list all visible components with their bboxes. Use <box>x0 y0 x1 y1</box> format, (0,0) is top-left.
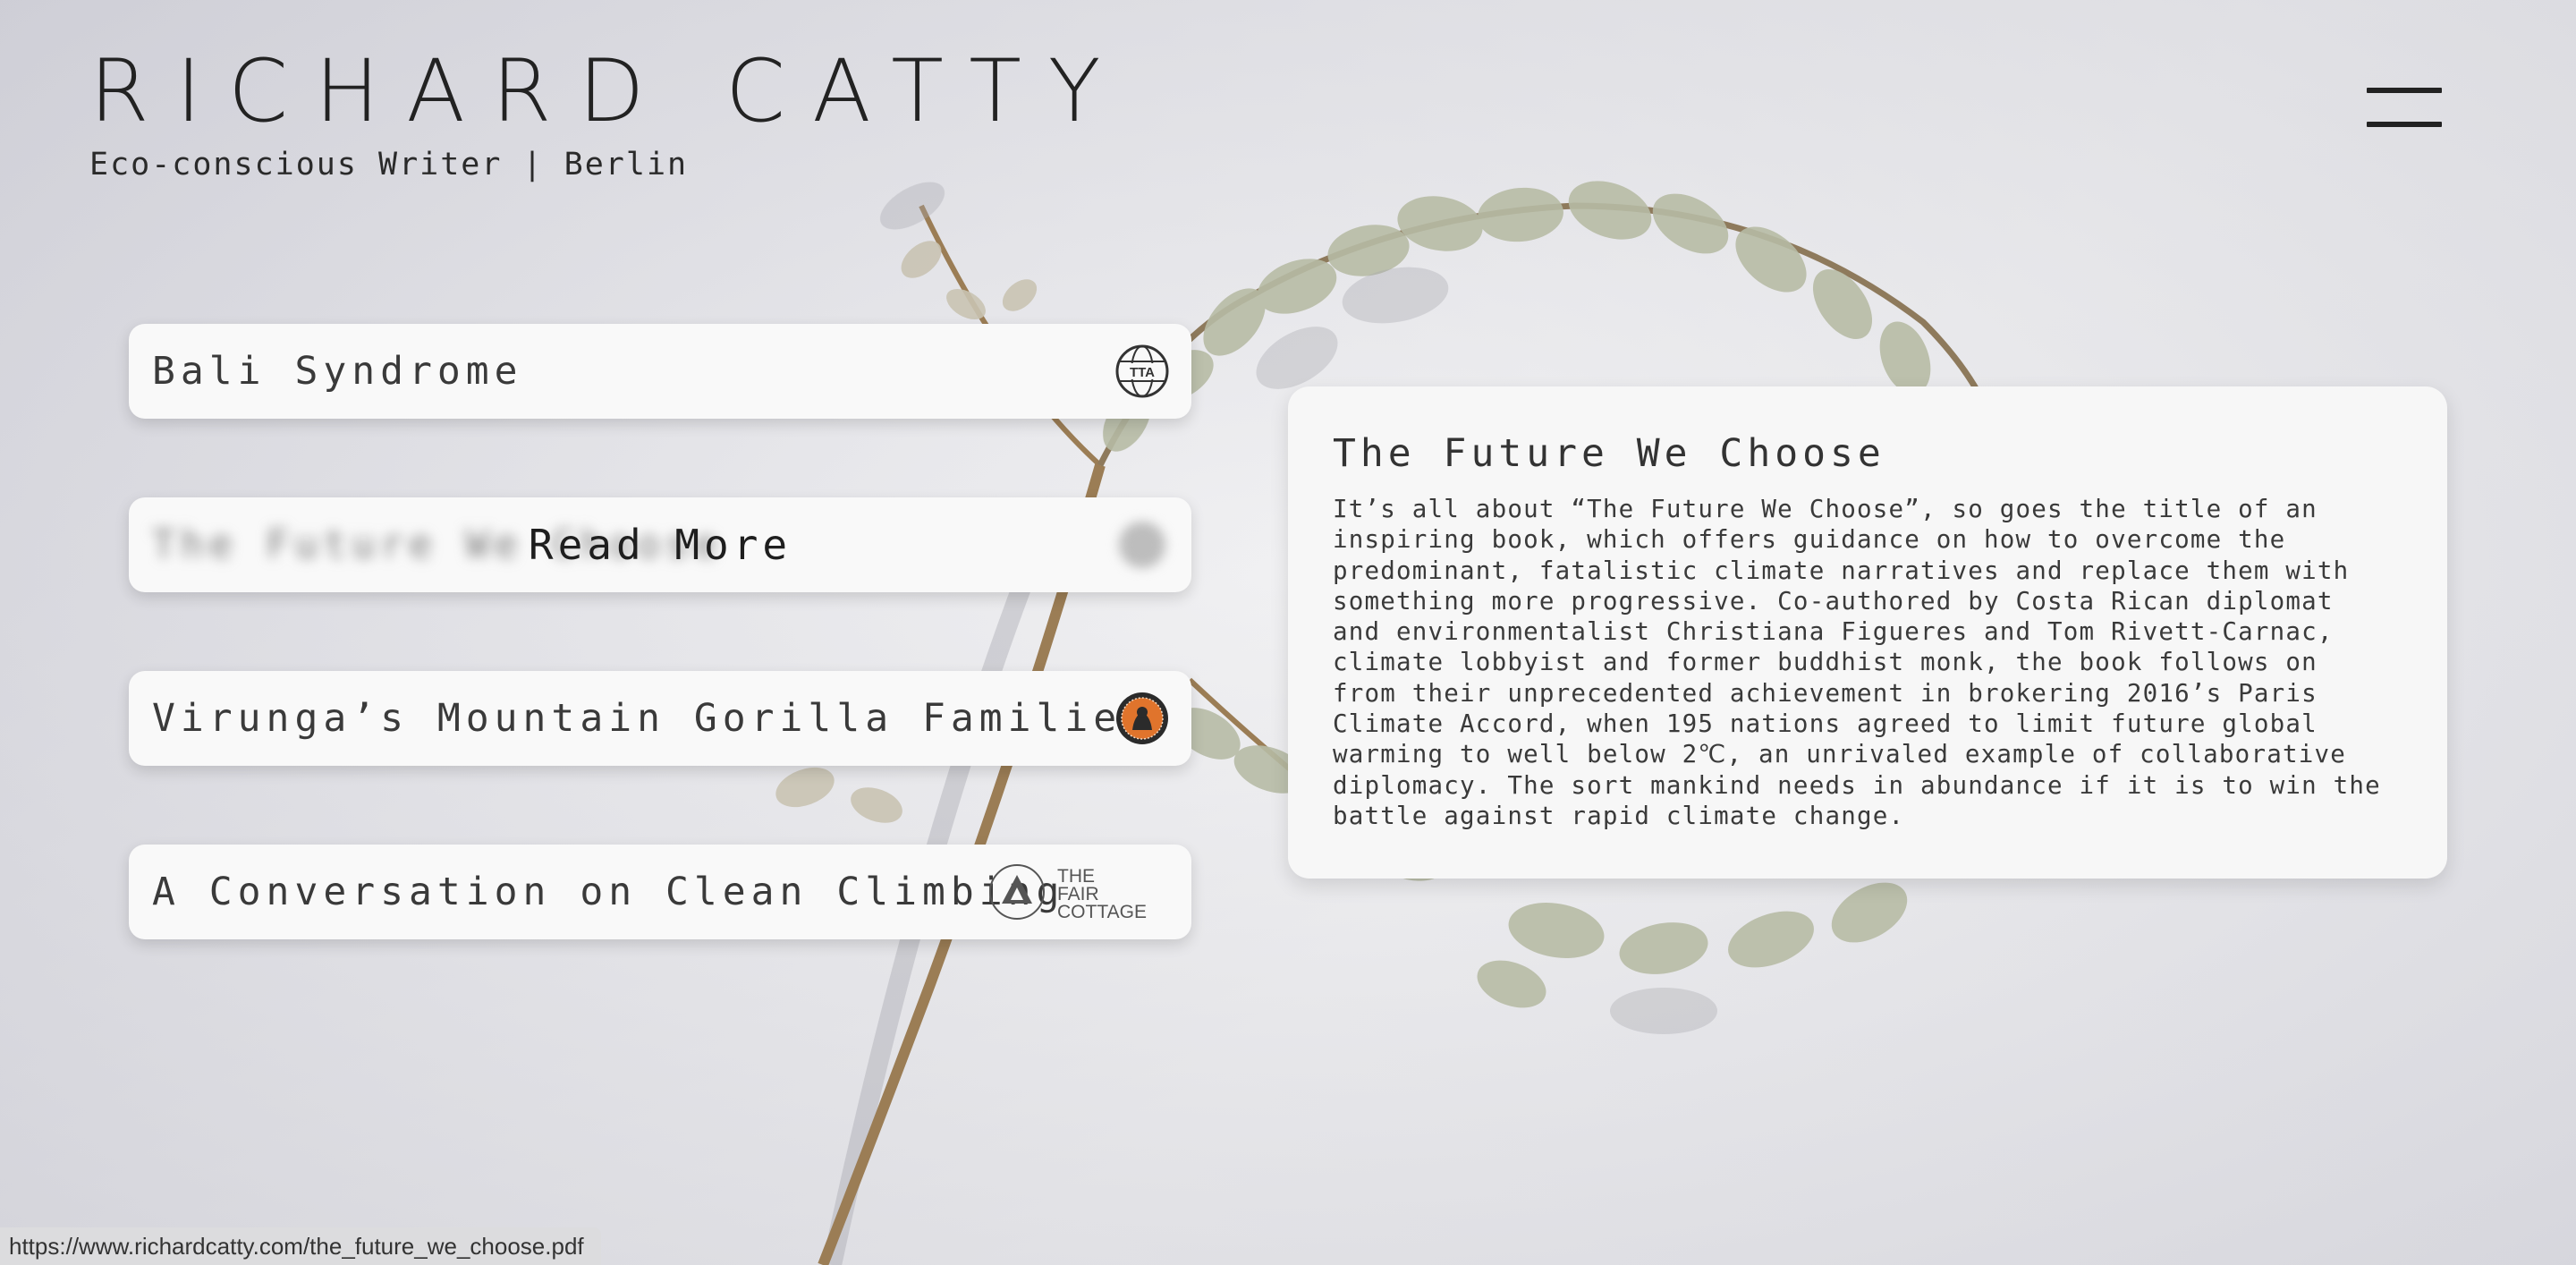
article-card-bali-syndrome[interactable]: Bali Syndrome TTA <box>129 324 1191 419</box>
detail-line: It’s all about “The Future We Choose”, s… <box>1333 495 2318 523</box>
gorilla-badge-logo-icon <box>1116 692 1168 744</box>
detail-title: The Future We Choose <box>1333 431 1885 476</box>
page: RICHARD CATTY Eco-conscious Writer | Ber… <box>0 0 2576 1265</box>
article-detail-panel: The Future We Choose It’s all about “The… <box>1288 386 2447 879</box>
fair-cottage-logo-line: COTTAGE <box>1057 902 1147 921</box>
read-more-button[interactable]: Read More <box>129 521 1191 569</box>
status-bar-url: https://www.richardcatty.com/the_future_… <box>0 1227 601 1265</box>
hamburger-menu-icon[interactable] <box>2367 86 2442 129</box>
detail-line: inspiring book, which offers guidance on… <box>1333 525 2286 555</box>
detail-line: from their unprecedented achievement in … <box>1333 678 2318 708</box>
detail-body: It’s all about “The Future We Choose”, s… <box>1333 494 2415 831</box>
detail-line: predominant, fatalistic climate narrativ… <box>1333 556 2350 585</box>
site-subtitle: Eco-conscious Writer | Berlin <box>89 147 689 183</box>
detail-line: battle against rapid climate change. <box>1333 801 1905 830</box>
detail-line: diplomacy. The sort mankind needs in abu… <box>1333 770 2381 800</box>
article-card-the-future-we-choose[interactable]: The Future We Choose Read More <box>129 497 1191 592</box>
tta-globe-logo-icon: TTA <box>1115 344 1169 398</box>
detail-line: climate lobbyist and former buddhist mon… <box>1333 648 2318 677</box>
article-card-virunga-gorillas[interactable]: Virunga’s Mountain Gorilla Families <box>129 671 1191 766</box>
detail-line: and environmentalist Christiana Figueres… <box>1333 617 2334 647</box>
menu-bar-bottom <box>2367 122 2442 127</box>
the-fair-cottage-logo-icon: THE FAIR COTTAGE <box>989 864 1147 921</box>
menu-bar-top <box>2367 88 2442 93</box>
article-title: Virunga’s Mountain Gorilla Families <box>152 696 1151 741</box>
article-title: A Conversation on Clean Climbing <box>152 870 1065 914</box>
site-header: RICHARD CATTY Eco-conscious Writer | Ber… <box>89 47 1128 183</box>
detail-line: Climate Accord, when 195 nations agreed … <box>1333 709 2318 739</box>
article-title: Bali Syndrome <box>152 349 523 394</box>
article-card-clean-climbing[interactable]: A Conversation on Clean Climbing THE FAI… <box>129 845 1191 939</box>
tta-logo-text: TTA <box>1130 365 1155 380</box>
detail-line: something more progressive. Co-authored … <box>1333 586 2334 616</box>
detail-line: warming to well below 2℃, an unrivaled e… <box>1333 740 2346 769</box>
site-title[interactable]: RICHARD CATTY <box>89 47 1128 136</box>
